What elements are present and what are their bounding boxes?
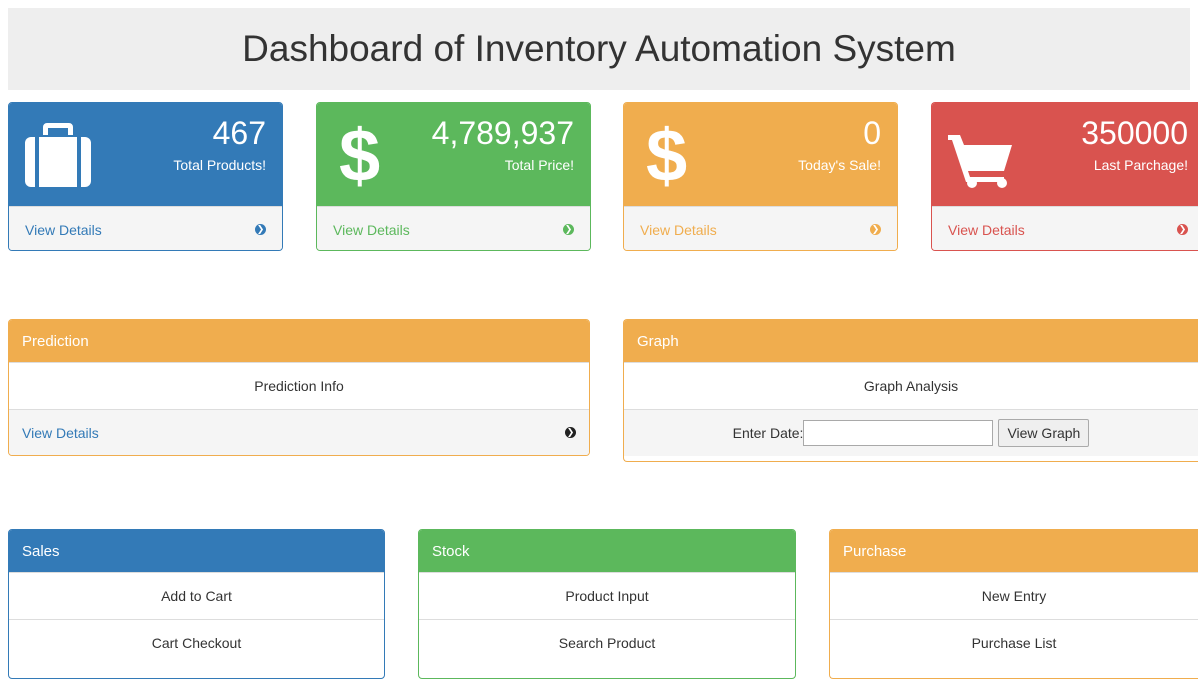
dollar-icon: $ [646,117,687,189]
view-details-link[interactable]: View Details [948,222,1025,238]
cart-checkout-item[interactable]: Cart Checkout [9,619,384,666]
svg-text:$: $ [646,117,687,189]
shopping-cart-icon [948,135,1012,188]
todays-sale-card: $ 0 Today's Sale! View Details ❯ [623,102,898,251]
view-details-link[interactable]: View Details [640,222,717,238]
product-input-item[interactable]: Product Input [419,572,795,619]
arrow-circle-right-icon: ❯ [1177,224,1188,235]
arrow-circle-right-icon: ❯ [255,224,266,235]
arrow-circle-right-icon: ❯ [870,224,881,235]
date-form: Enter Date: View Graph [624,409,1198,456]
total-products-label: Total Products! [173,157,266,173]
total-products-view-details[interactable]: View Details ❯ [9,206,282,250]
purchase-panel: Purchase New Entry Purchase List [829,529,1198,679]
search-product-item[interactable]: Search Product [419,619,795,666]
date-input[interactable] [803,420,994,446]
total-products-card: 467 Total Products! View Details ❯ [8,102,283,251]
graph-heading: Graph [624,320,1198,362]
purchase-list-item[interactable]: Purchase List [830,619,1198,666]
total-price-label: Total Price! [504,157,574,173]
graph-analysis[interactable]: Graph Analysis [624,362,1198,409]
sales-heading: Sales [9,530,384,572]
last-purchase-card: 350000 Last Parchage! View Details ❯ [931,102,1198,251]
dollar-icon: $ [339,117,380,189]
stock-panel: Stock Product Input Search Product [418,529,796,679]
view-details-link[interactable]: View Details [25,222,102,238]
view-details-link[interactable]: View Details [22,425,99,441]
new-entry-item[interactable]: New Entry [830,572,1198,619]
last-purchase-label: Last Parchage! [1093,157,1188,173]
todays-sale-view-details[interactable]: View Details ❯ [624,206,897,250]
prediction-heading: Prediction [9,320,589,362]
last-purchase-view-details[interactable]: View Details ❯ [932,206,1198,250]
briefcase-icon [25,123,91,187]
view-graph-button[interactable]: View Graph [998,419,1090,447]
prediction-panel: Prediction Prediction Info View Details … [8,319,590,456]
last-purchase-value: 350000 [1081,115,1188,151]
date-label: Enter Date: [732,425,804,441]
total-products-value: 467 [212,115,266,151]
stock-heading: Stock [419,530,795,572]
total-price-view-details[interactable]: View Details ❯ [317,206,590,250]
graph-panel: Graph Graph Analysis Enter Date: View Gr… [623,319,1198,462]
add-to-cart-item[interactable]: Add to Cart [9,572,384,619]
sales-panel: Sales Add to Cart Cart Checkout [8,529,385,679]
total-price-value: 4,789,937 [431,115,574,151]
prediction-info[interactable]: Prediction Info [9,362,589,409]
svg-text:$: $ [339,117,380,189]
page-header: Dashboard of Inventory Automation System [8,8,1190,90]
todays-sale-label: Today's Sale! [798,157,881,173]
arrow-circle-right-icon: ❯ [563,224,574,235]
prediction-view-details[interactable]: View Details ❯ [9,409,589,455]
view-details-link[interactable]: View Details [333,222,410,238]
page-title: Dashboard of Inventory Automation System [242,28,956,69]
arrow-circle-right-icon: ❯ [565,427,576,438]
total-price-card: $ 4,789,937 Total Price! View Details ❯ [316,102,591,251]
todays-sale-value: 0 [863,115,881,151]
purchase-heading: Purchase [830,530,1198,572]
